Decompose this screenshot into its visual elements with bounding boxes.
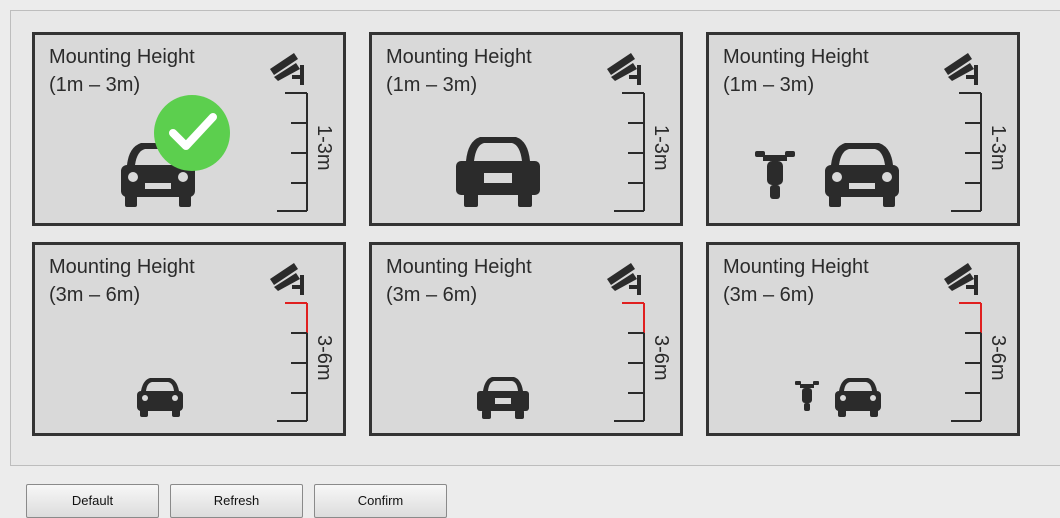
car-rear-icon	[456, 137, 540, 207]
mounting-height-grid: Mounting Height (1m – 3m) 1-3m Mounting …	[22, 22, 1028, 450]
camera-icon	[607, 263, 641, 295]
mounting-option-card-2[interactable]: Mounting Height (1m – 3m) 1-3m	[369, 32, 683, 226]
scale-label: 3-6m	[650, 335, 672, 381]
card-illustration	[121, 53, 308, 212]
scale-label: 3-6m	[987, 335, 1009, 381]
camera-icon	[944, 53, 978, 85]
scale-label: 1-3m	[650, 125, 672, 171]
camera-icon	[270, 53, 304, 85]
height-scale	[277, 302, 308, 422]
card-illustration	[755, 53, 982, 212]
motorcycle-small-icon	[795, 381, 819, 411]
car-front-icon	[825, 143, 899, 207]
selected-check-icon	[154, 95, 230, 171]
mounting-option-card-1[interactable]: Mounting Height (1m – 3m) 1-3m	[32, 32, 346, 226]
height-scale	[614, 302, 645, 422]
confirm-button[interactable]: Confirm	[314, 484, 447, 518]
card-illustration	[477, 263, 645, 422]
height-scale	[951, 92, 982, 212]
card-illustration	[137, 263, 308, 422]
height-scale	[951, 302, 982, 422]
scale-label: 1-3m	[987, 125, 1009, 171]
height-scale	[614, 92, 645, 212]
camera-icon	[944, 263, 978, 295]
camera-icon	[607, 53, 641, 85]
scale-label: 1-3m	[313, 125, 335, 171]
default-button[interactable]: Default	[26, 484, 159, 518]
car-rear-small-icon	[477, 377, 529, 419]
scale-label: 3-6m	[313, 335, 335, 381]
mounting-option-card-5[interactable]: Mounting Height (3m – 6m) 3-6m	[369, 242, 683, 436]
height-scale	[277, 92, 308, 212]
card-illustration	[795, 263, 982, 422]
car-front-small-icon	[137, 378, 183, 417]
mounting-option-card-6[interactable]: Mounting Height (3m – 6m) 3-6m	[706, 242, 1020, 436]
car-front-small-icon	[835, 378, 881, 417]
refresh-button[interactable]: Refresh	[170, 484, 303, 518]
motorcycle-icon	[755, 151, 795, 199]
mounting-option-card-3[interactable]: Mounting Height (1m – 3m) 1-3m	[706, 32, 1020, 226]
mounting-option-card-4[interactable]: Mounting Height (3m – 6m) 3-6m	[32, 242, 346, 436]
camera-icon	[270, 263, 304, 295]
card-illustration	[456, 53, 645, 212]
